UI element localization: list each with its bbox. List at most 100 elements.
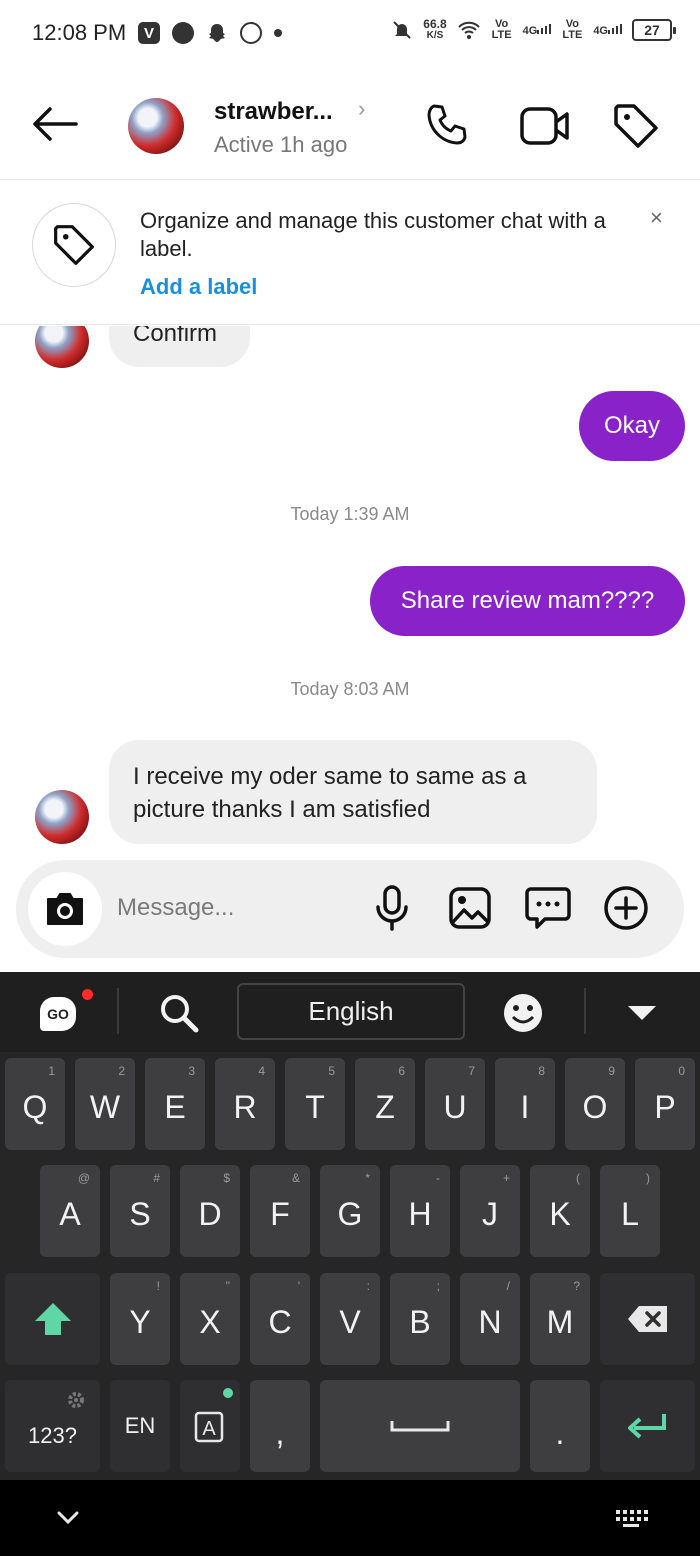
back-arrow-icon[interactable]: [30, 104, 78, 144]
shift-icon: [34, 1303, 71, 1335]
dropdown-icon[interactable]: [626, 1004, 658, 1022]
key-v[interactable]: :V: [320, 1273, 380, 1365]
key-label: V: [339, 1303, 361, 1340]
key-hint: 4: [258, 1064, 265, 1078]
net-speed-value: 66.8: [423, 17, 447, 31]
sticker-button[interactable]: [524, 884, 572, 932]
key-u[interactable]: 7U: [425, 1058, 485, 1150]
key-l[interactable]: ) L: [600, 1165, 660, 1257]
numbers-key[interactable]: 123?: [5, 1380, 100, 1472]
banner-text: Organize and manage this customer chat w…: [140, 208, 606, 261]
key-i[interactable]: 8I: [495, 1058, 555, 1150]
key-e[interactable]: 3E: [145, 1058, 205, 1150]
message-bubble-in[interactable]: Confirm: [109, 326, 250, 367]
key-label: W: [89, 1088, 121, 1125]
key-hint: 2: [118, 1064, 125, 1078]
go-keyboard-logo[interactable]: GO: [40, 997, 76, 1031]
message-input[interactable]: Message...: [117, 894, 234, 922]
contact-avatar[interactable]: [35, 790, 89, 844]
battery-indicator: 27: [632, 19, 676, 41]
plus-icon: [604, 886, 648, 930]
close-banner-button[interactable]: ×: [650, 205, 663, 231]
key-label: X: [199, 1303, 221, 1340]
gallery-icon: [449, 887, 491, 929]
key-r[interactable]: 4R: [215, 1058, 275, 1150]
key-s[interactable]: # S: [110, 1165, 170, 1257]
key-t[interactable]: 5T: [285, 1058, 345, 1150]
contact-avatar[interactable]: [35, 326, 89, 368]
key-y[interactable]: ! Y: [110, 1273, 170, 1365]
enter-key[interactable]: [600, 1380, 695, 1472]
sim2-gen: 4G: [593, 23, 622, 37]
net-speed-unit: K/S: [426, 30, 444, 41]
add-label-link[interactable]: Add a label: [140, 274, 257, 300]
gallery-button[interactable]: [446, 884, 494, 932]
key-z[interactable]: 6Z: [355, 1058, 415, 1150]
message-bubble-out[interactable]: Okay: [579, 391, 685, 461]
backspace-key[interactable]: [600, 1273, 695, 1365]
key-o[interactable]: 9O: [565, 1058, 625, 1150]
key-label: R: [233, 1088, 257, 1125]
vpn-app-icon: V: [138, 22, 160, 44]
key-w[interactable]: 2W: [75, 1058, 135, 1150]
phone-icon[interactable]: [424, 102, 470, 148]
key-label: D: [198, 1195, 222, 1232]
key-hint: @: [77, 1171, 90, 1185]
comma-key[interactable]: ,: [250, 1380, 310, 1472]
key-a[interactable]: @ A: [40, 1165, 100, 1257]
key-b[interactable]: ; B: [390, 1273, 450, 1365]
contact-avatar[interactable]: [128, 98, 184, 154]
message-list[interactable]: Confirm Okay Today 1:39 AM Share review …: [0, 326, 700, 856]
mic-button[interactable]: [368, 884, 416, 932]
nav-down-icon[interactable]: [56, 1510, 80, 1526]
key-hint: 5: [328, 1064, 335, 1078]
mic-icon: [376, 885, 408, 931]
tag-icon[interactable]: [612, 102, 660, 150]
chevron-right-icon[interactable]: ›: [358, 96, 365, 122]
search-icon[interactable]: [158, 992, 200, 1034]
key-m[interactable]: ? M: [530, 1273, 590, 1365]
notification-icons: V: [138, 22, 282, 44]
key-q[interactable]: 1Q: [5, 1058, 65, 1150]
period-key[interactable]: .: [530, 1380, 590, 1472]
language-key[interactable]: EN: [110, 1380, 170, 1472]
key-hint: ?: [573, 1279, 580, 1293]
timestamp: Today 8:03 AM: [290, 679, 410, 699]
space-key[interactable]: [320, 1380, 520, 1472]
keyboard-toolbar: GO English: [0, 972, 700, 1052]
signal-bars-icon: [608, 23, 622, 34]
key-k[interactable]: (K: [530, 1165, 590, 1257]
key-d[interactable]: $ D: [180, 1165, 240, 1257]
key-label: O: [582, 1088, 608, 1125]
camera-button[interactable]: [28, 872, 102, 946]
message-bubble-in[interactable]: I receive my oder same to same as a pict…: [109, 740, 597, 844]
key-n[interactable]: / N: [460, 1273, 520, 1365]
chat-header: strawber... › Active 1h ago: [0, 70, 700, 180]
key-c[interactable]: ' C: [250, 1273, 310, 1365]
navigation-bar: [0, 1480, 700, 1556]
key-label: A: [59, 1195, 81, 1232]
message-bubble-out[interactable]: Share review mam????: [370, 566, 685, 636]
camera-icon: [47, 893, 83, 925]
emoji-icon[interactable]: [502, 992, 544, 1034]
language-selector[interactable]: English: [237, 983, 465, 1040]
keyboard-hide-icon[interactable]: [614, 1508, 648, 1528]
shift-key[interactable]: [5, 1273, 100, 1365]
key-g[interactable]: * G: [320, 1165, 380, 1257]
key-h[interactable]: -H: [390, 1165, 450, 1257]
key-hint: !: [156, 1279, 160, 1293]
notification-dot: [82, 989, 93, 1000]
key-hint: 1: [48, 1064, 55, 1078]
key-hint: *: [365, 1171, 370, 1185]
key-j[interactable]: + J: [460, 1165, 520, 1257]
key-p[interactable]: 0P: [635, 1058, 695, 1150]
key-label: K: [549, 1195, 571, 1232]
label-banner: Organize and manage this customer chat w…: [0, 181, 700, 325]
key-x[interactable]: " X: [180, 1273, 240, 1365]
contact-name[interactable]: strawber...: [214, 98, 333, 126]
more-actions-button[interactable]: [602, 884, 650, 932]
keyboard-switch-key[interactable]: A: [180, 1380, 240, 1472]
video-icon[interactable]: [520, 106, 570, 146]
key-f[interactable]: & F: [250, 1165, 310, 1257]
key-hint: ': [297, 1279, 300, 1293]
